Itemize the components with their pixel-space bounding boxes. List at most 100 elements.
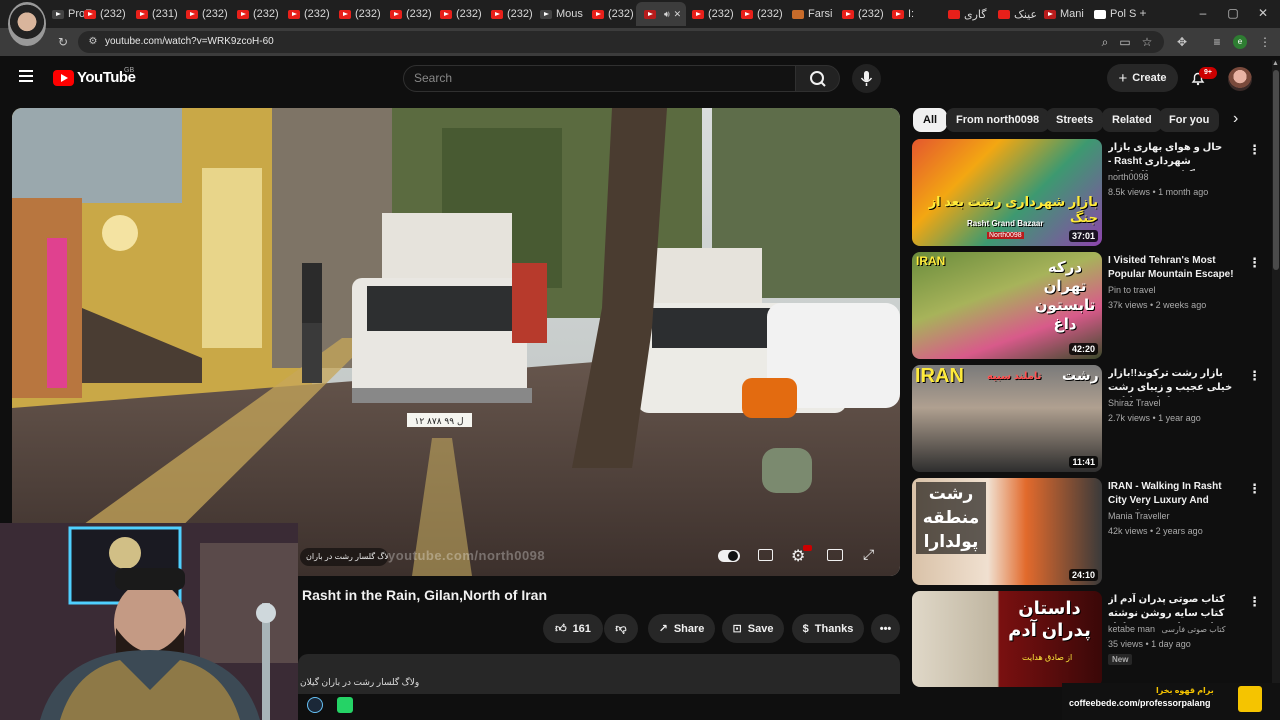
browser-tab[interactable]: I: xyxy=(884,2,935,26)
search-button[interactable] xyxy=(795,65,840,92)
more-options-icon[interactable]: ⋮ xyxy=(1248,369,1261,382)
app-icon[interactable] xyxy=(337,697,353,713)
minimize-icon[interactable]: – xyxy=(1196,6,1210,20)
related-channel[interactable]: Pin to travel xyxy=(1108,285,1156,295)
scroll-up-arrow-icon[interactable]: ▲ xyxy=(1272,60,1279,67)
url-text[interactable]: youtube.com/watch?v=WRK9zcoH-60 xyxy=(105,36,274,47)
close-window-icon[interactable]: ✕ xyxy=(1256,6,1270,20)
chip-streets[interactable]: Streets xyxy=(1046,108,1104,132)
browser-tab[interactable]: (232) xyxy=(684,2,735,26)
search-input[interactable] xyxy=(403,65,796,92)
site-info-icon[interactable]: ⚙ xyxy=(86,35,100,49)
new-tab-button[interactable]: + xyxy=(1136,6,1150,20)
related-channel[interactable]: Shiraz Travel xyxy=(1108,398,1161,408)
bookmark-star-icon[interactable]: ☆ xyxy=(1140,35,1154,49)
channel-name[interactable]: ketabe man xyxy=(1108,624,1155,634)
account-avatar[interactable] xyxy=(1228,67,1252,91)
browser-tab[interactable]: (232) xyxy=(229,2,280,26)
reload-icon[interactable]: ↻ xyxy=(56,35,70,49)
browser-tab[interactable]: (232) xyxy=(178,2,229,26)
cast-icon[interactable]: ▭ xyxy=(1118,35,1132,49)
browser-tab[interactable]: (232) xyxy=(382,2,433,26)
related-channel[interactable]: north0098 xyxy=(1108,172,1149,182)
thumbnail-caption: داستان پدران آدم xyxy=(1008,598,1091,640)
close-tab-icon[interactable]: ✕ xyxy=(674,9,682,20)
browser-tab[interactable]: (232) xyxy=(331,2,382,26)
fullscreen-icon[interactable]: ⤢ xyxy=(863,546,874,563)
related-video[interactable]: بازار شهرداری رشت بعد از جنگ Rasht Grand… xyxy=(912,139,1272,247)
microphone-icon xyxy=(860,71,873,86)
speaker-icon[interactable]: 🔊︎ xyxy=(664,9,670,20)
chip-from-channel[interactable]: From north0098 xyxy=(946,108,1050,132)
related-title[interactable]: IRAN - Walking In Rasht City Very Luxury… xyxy=(1108,480,1240,510)
related-title[interactable]: حال و هوای بهاری بازار شهرداری Rasht - ر… xyxy=(1108,141,1240,171)
chip-related[interactable]: Related xyxy=(1102,108,1162,132)
scrollbar-thumb[interactable] xyxy=(1273,70,1279,270)
video-player[interactable]: ۱۲ ۸۷۸ ل ۹۹ xyxy=(12,108,900,576)
video-thumbnail[interactable]: IRAN رشت تاملند سبیه 11:41 xyxy=(912,365,1102,472)
more-options-icon[interactable]: ⋮ xyxy=(1248,256,1261,269)
related-title[interactable]: I Visited Tehran's Most Popular Mountain… xyxy=(1108,254,1240,282)
chrome-menu-icon[interactable]: ⋮ xyxy=(1258,35,1272,49)
donation-url[interactable]: coffeebede.com/professorpalang xyxy=(1069,698,1211,708)
video-thumbnail[interactable]: بازار شهرداری رشت بعد از جنگ Rasht Grand… xyxy=(912,139,1102,246)
related-channel[interactable]: Mania Traveller xyxy=(1108,511,1170,521)
video-thumbnail[interactable]: IRAN درکه تهران تابستون داغ 42:20 xyxy=(912,252,1102,359)
chip-for-you[interactable]: For you xyxy=(1159,108,1220,132)
related-video[interactable]: IRAN رشت تاملند سبیه 11:41 بازار رشت ترک… xyxy=(912,365,1272,473)
related-video[interactable]: IRAN درکه تهران تابستون داغ 42:20 I Visi… xyxy=(912,252,1272,360)
video-thumbnail[interactable]: داستان پدران آدم از صادق هدایت xyxy=(912,591,1102,687)
create-button[interactable]: + Create xyxy=(1107,64,1178,92)
profile-button[interactable]: e xyxy=(1233,35,1247,49)
browser-tab[interactable]: گاری xyxy=(940,2,991,26)
chips-next-arrow-icon[interactable]: › xyxy=(1233,110,1238,128)
browser-tab[interactable]: (231) xyxy=(128,2,179,26)
thanks-button[interactable]: $ Thanks xyxy=(792,614,864,643)
profile-photo-icon[interactable] xyxy=(8,2,46,46)
hamburger-menu-icon[interactable] xyxy=(19,70,33,82)
steam-icon[interactable] xyxy=(307,697,323,713)
extensions-icon[interactable]: ✥ xyxy=(1175,35,1189,49)
related-meta: 8.5k views • 1 month ago xyxy=(1108,187,1209,197)
reading-list-icon[interactable]: ≡ xyxy=(1210,35,1224,49)
more-options-icon[interactable]: ⋮ xyxy=(1248,482,1261,495)
browser-tab[interactable]: Mani xyxy=(1036,2,1087,26)
chip-all[interactable]: All xyxy=(913,108,948,132)
more-actions-button[interactable]: ••• xyxy=(871,614,900,643)
browser-tab[interactable]: (232) xyxy=(834,2,885,26)
browser-tab[interactable]: 🔊︎ ✕ xyxy=(636,2,686,26)
related-title[interactable]: کتاب صوتی پدران آدم از کتاب سایه روشن نو… xyxy=(1108,593,1240,623)
more-options-icon[interactable]: ⋮ xyxy=(1248,143,1261,156)
dislike-button[interactable]: 👎︎ xyxy=(604,614,638,643)
chapter-button[interactable]: ولاگ گلسار رشت در باران xyxy=(300,548,388,566)
more-options-icon[interactable]: ⋮ xyxy=(1248,595,1261,608)
video-thumbnail[interactable]: رشت منطقه پولدارا 24:10 xyxy=(912,478,1102,585)
maximize-icon[interactable]: ▢ xyxy=(1226,6,1240,20)
save-button[interactable]: ⊡ Save xyxy=(722,614,784,643)
share-button[interactable]: ↗ Share xyxy=(648,614,715,643)
like-button[interactable]: 👍︎ 161 xyxy=(543,614,603,643)
related-title[interactable]: بازار رشت ترکوند!!بازار خیلی عجیب و زیبا… xyxy=(1108,367,1240,397)
youtube-logo-icon[interactable] xyxy=(53,70,74,86)
related-channel[interactable]: ketabe man کتاب صوتی فارسی xyxy=(1108,624,1226,634)
subtitles-icon[interactable] xyxy=(758,549,773,561)
browser-tab[interactable]: Pol S xyxy=(1086,2,1137,26)
like-count: 161 xyxy=(572,622,591,635)
related-video[interactable]: رشت منطقه پولدارا 24:10 IRAN - Walking I… xyxy=(912,478,1272,586)
miniplayer-icon[interactable] xyxy=(827,549,843,561)
browser-tab[interactable]: (232) xyxy=(76,2,127,26)
browser-tab[interactable]: عینک xyxy=(990,2,1041,26)
browser-tab[interactable]: Mous xyxy=(532,2,583,26)
voice-search-button[interactable] xyxy=(852,64,881,93)
autoplay-toggle[interactable] xyxy=(718,550,740,562)
browser-tab[interactable]: (232) xyxy=(584,2,635,26)
related-meta: 2.7k views • 1 year ago xyxy=(1108,413,1201,423)
thumbnail-subcaption: از صادق هدایت xyxy=(1022,653,1073,662)
browser-tab[interactable]: Farsi xyxy=(784,2,835,26)
browser-tab[interactable]: (232) xyxy=(483,2,534,26)
browser-tab[interactable]: (232) xyxy=(432,2,483,26)
zoom-icon[interactable]: ⌕ xyxy=(1098,35,1112,49)
browser-tab[interactable]: (232) xyxy=(280,2,331,26)
description-box[interactable] xyxy=(298,654,900,694)
browser-tab[interactable]: (232) xyxy=(733,2,784,26)
